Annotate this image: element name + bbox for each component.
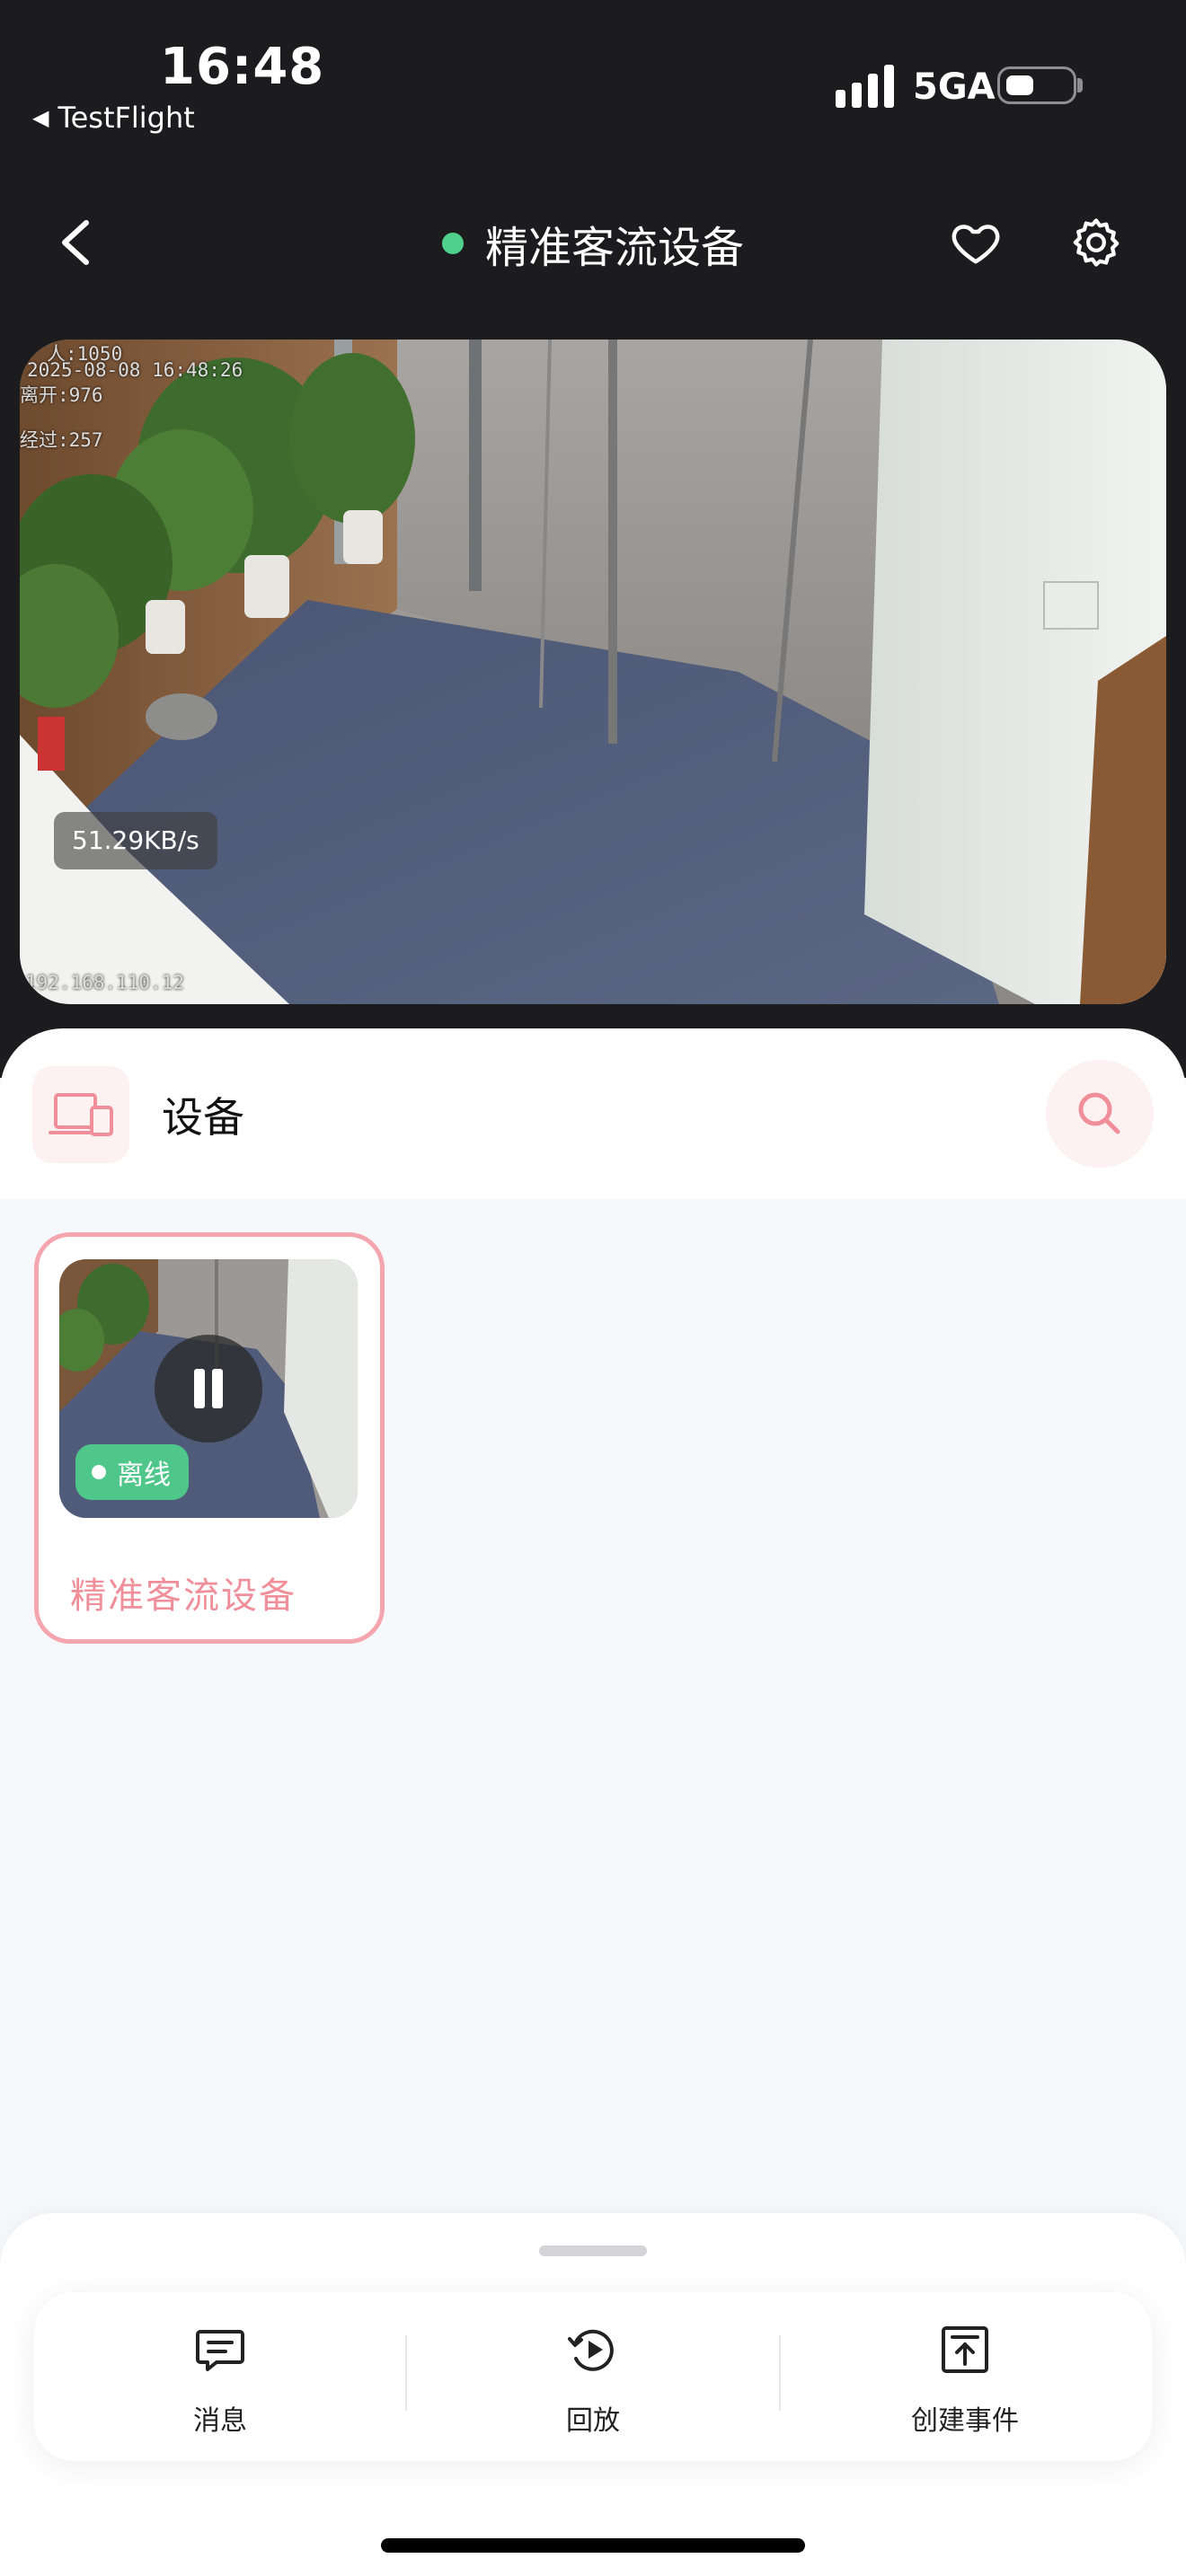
create-event-icon [942, 2326, 988, 2373]
battery-level [1006, 75, 1033, 95]
home-indicator[interactable] [381, 2538, 805, 2553]
signal-icon [836, 65, 895, 108]
device-title: 精准客流设备 [359, 212, 827, 275]
devices-icon-box [32, 1066, 129, 1163]
messages-button[interactable]: 消息 [112, 2321, 328, 2438]
status-time: 16:48 [160, 38, 325, 96]
search-icon [1078, 1092, 1120, 1134]
battery-nub [1077, 78, 1083, 93]
devices-icon [49, 1093, 113, 1136]
section-title: 设备 [162, 1093, 244, 1142]
osd-ip-address: 192.168.110.12 [25, 972, 185, 993]
favorite-button[interactable] [949, 216, 1003, 269]
back-to-app-link[interactable]: ◀ TestFlight [32, 101, 195, 135]
device-name: 精准客流设备 [70, 1575, 296, 1617]
message-icon [196, 2330, 244, 2371]
messages-label: 消息 [193, 2405, 247, 2437]
status-badge: 离线 [75, 1444, 189, 1500]
live-video-feed[interactable]: 人:1050 2025-08-08 16:48:26 离开:976 经过:257… [20, 340, 1166, 1004]
page-title: 精准客流设备 [484, 223, 744, 273]
osd-leave-line: 离开:976 [20, 384, 103, 406]
playback-label: 回放 [566, 2405, 620, 2437]
settings-button[interactable] [1067, 214, 1125, 271]
online-status-dot [441, 233, 464, 254]
toolbar-divider [405, 2335, 407, 2411]
camera-scene-image [20, 340, 1166, 1004]
create-event-button[interactable]: 创建事件 [857, 2321, 1073, 2438]
back-triangle-icon: ◀ [32, 105, 49, 130]
pause-button[interactable] [155, 1335, 262, 1442]
back-button[interactable] [54, 214, 99, 271]
playback-button[interactable]: 回放 [485, 2321, 701, 2438]
status-dot [92, 1465, 106, 1479]
drag-handle[interactable] [539, 2245, 647, 2256]
search-button[interactable] [1046, 1060, 1154, 1168]
stream-speed-badge: 51.29KB/s [54, 812, 217, 869]
gear-icon [1073, 218, 1120, 267]
network-type: 5GA [913, 66, 996, 108]
chevron-left-icon [62, 220, 89, 265]
playback-icon [568, 2329, 614, 2371]
toolbar-divider [779, 2335, 781, 2411]
osd-pass-line: 经过:257 [20, 429, 103, 451]
create-event-label: 创建事件 [911, 2405, 1019, 2437]
back-app-label: TestFlight [58, 101, 195, 135]
status-label: 离线 [117, 1460, 171, 1491]
heart-icon [951, 225, 1000, 264]
osd-timestamp: 2025-08-08 16:48:26 [27, 359, 243, 381]
